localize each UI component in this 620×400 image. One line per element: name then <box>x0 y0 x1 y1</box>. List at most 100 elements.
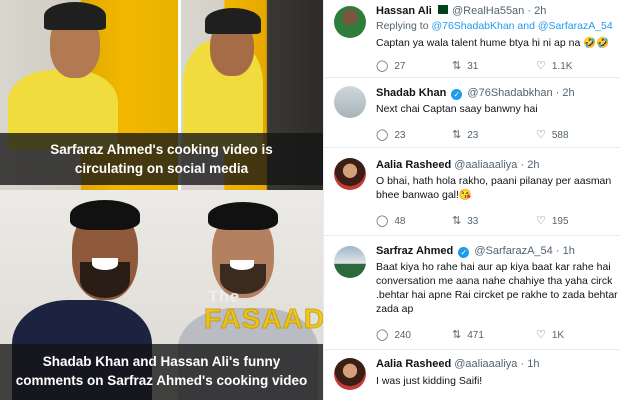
reply-button[interactable]: ◯ 240 <box>376 328 411 341</box>
player-hair <box>208 202 278 230</box>
reply-icon: ◯ <box>376 215 389 227</box>
author-name[interactable]: Aalia Rasheed <box>376 159 451 171</box>
screenshot-root: Sarfaraz Ahmed's cooking video is circul… <box>0 0 620 400</box>
author-handle[interactable]: @76Shadabkhan <box>467 87 552 99</box>
replying-to: Replying to @76ShadabKhan and @SarfarazA… <box>376 20 613 32</box>
tweet-text: Captan ya wala talent hume btya hi ni ap… <box>376 36 619 50</box>
tweet-line: conversation me aana nahe chahiye tha ya… <box>376 275 613 287</box>
like-count: 588 <box>551 130 569 141</box>
verified-badge-icon: ✓ <box>451 89 463 100</box>
like-button[interactable]: ♡ 588 <box>536 128 569 141</box>
avatar[interactable] <box>334 358 366 390</box>
tweet[interactable]: Hassan Ali @RealHa55an · 2h Replying to … <box>324 0 620 78</box>
pakistan-flag-icon <box>434 5 448 14</box>
tweet-text: I was just kidding Saifi! <box>376 374 619 388</box>
reply-mentions[interactable]: @76ShadabKhan and @SarfarazA_54 <box>431 20 612 32</box>
heart-icon: ♡ <box>536 60 546 72</box>
tweet-line: Next chai Captan saay banwny hai <box>376 103 538 115</box>
player-smile <box>230 260 254 270</box>
like-button[interactable]: ♡ 1K <box>536 328 564 341</box>
player-hair <box>70 200 140 230</box>
like-button[interactable]: ♡ 1.1K <box>536 59 572 72</box>
like-count: 1.1K <box>551 61 573 72</box>
tweet-time: · 1h <box>555 245 575 257</box>
tweet-line: I was just kidding Saifi! <box>376 375 483 387</box>
author-handle[interactable]: @SarfarazA_54 <box>474 245 552 257</box>
reply-button[interactable]: ◯ 48 <box>376 214 405 227</box>
tweet[interactable]: Aalia Rasheed @aaliaaaliya · 2h O bhai, … <box>324 148 620 236</box>
person-cap <box>205 8 261 34</box>
tweet-line: bhee banwao gal!😘 <box>376 189 472 201</box>
heart-icon: ♡ <box>536 329 546 341</box>
avatar[interactable] <box>334 158 366 190</box>
like-button[interactable]: ♡ 195 <box>536 214 569 227</box>
reply-icon: ◯ <box>376 60 389 72</box>
reply-count: 27 <box>394 61 406 72</box>
tweet-time: · 2h <box>527 5 547 17</box>
photo-collage: Sarfaraz Ahmed's cooking video is circul… <box>0 0 323 400</box>
caption-top: Sarfaraz Ahmed's cooking video is circul… <box>0 133 323 185</box>
tweet-time: · 2h <box>520 159 540 171</box>
retweet-icon: ⇅ <box>452 329 462 341</box>
reply-count: 240 <box>394 330 411 341</box>
caption-line: circulating on social media <box>74 161 249 176</box>
tweet-time: · 2h <box>555 87 575 99</box>
tweet-text: O bhai, hath hola rakho, paani pilanay p… <box>376 174 619 202</box>
tweet-text: Baat kiya ho rahe hai aur ap kiya baat k… <box>376 260 619 316</box>
tweet-line: zada ap <box>376 303 414 315</box>
retweet-count: 471 <box>467 330 484 341</box>
watermark-logo: FASAADI <box>204 303 323 335</box>
author-name[interactable]: Sarfraz Ahmed <box>376 245 453 257</box>
reply-icon: ◯ <box>376 129 389 141</box>
tweet-text: Next chai Captan saay banwny hai <box>376 102 619 116</box>
caption-line: Sarfaraz Ahmed's cooking video is <box>50 142 273 157</box>
tweet-header: Hassan Ali @RealHa55an · 2h <box>376 5 546 17</box>
avatar[interactable] <box>334 246 366 278</box>
tweet-actions: ◯ 48 ⇅ 33 ♡ 195 <box>376 214 616 228</box>
avatar[interactable] <box>334 86 366 118</box>
retweet-count: 33 <box>467 216 479 227</box>
author-name[interactable]: Shadab Khan <box>376 87 446 99</box>
author-handle[interactable]: @aaliaaaliya <box>454 358 517 370</box>
reply-button[interactable]: ◯ 23 <box>376 128 405 141</box>
caption-line: comments on Sarfraz Ahmed's cooking vide… <box>15 373 308 388</box>
heart-icon: ♡ <box>536 215 546 227</box>
player-smile <box>92 258 118 270</box>
avatar[interactable] <box>334 6 366 38</box>
heart-icon: ♡ <box>536 129 546 141</box>
tweet-header: Aalia Rasheed @aaliaaaliya · 1h <box>376 358 539 370</box>
reply-prefix: Replying to <box>376 20 432 32</box>
caption-bottom: Shadab Khan and Hassan Ali's funny comme… <box>0 344 323 400</box>
author-name[interactable]: Hassan Ali <box>376 5 432 17</box>
tweet-line: Captan ya wala talent hume btya hi ni ap… <box>376 37 610 49</box>
tweet[interactable]: Aalia Rasheed @aaliaaaliya · 1h I was ju… <box>324 350 620 400</box>
tweet[interactable]: Shadab Khan ✓ @76Shadabkhan · 2h Next ch… <box>324 78 620 148</box>
author-handle[interactable]: @aaliaaaliya <box>454 159 517 171</box>
tweet-header: Aalia Rasheed @aaliaaaliya · 2h <box>376 159 539 171</box>
reply-button[interactable]: ◯ 27 <box>376 59 405 72</box>
retweet-count: 23 <box>467 130 479 141</box>
author-handle[interactable]: @RealHa55an <box>452 5 524 17</box>
tweet-actions: ◯ 240 ⇅ 471 ♡ 1K <box>376 328 616 342</box>
retweet-icon: ⇅ <box>452 60 462 72</box>
verified-badge-icon: ✓ <box>458 247 470 258</box>
reply-count: 23 <box>394 130 406 141</box>
tweet-line: .behtar hai apne Rai circket pe rakhe to… <box>376 289 618 301</box>
like-count: 195 <box>551 216 569 227</box>
tweet-header: Sarfraz Ahmed ✓ @SarfarazA_54 · 1h <box>376 245 575 258</box>
caption-line: Shadab Khan and Hassan Ali's funny <box>42 354 281 369</box>
retweet-button[interactable]: ⇅ 31 <box>452 59 478 72</box>
retweet-button[interactable]: ⇅ 471 <box>452 328 484 341</box>
reply-count: 48 <box>394 216 406 227</box>
tweet[interactable]: Sarfraz Ahmed ✓ @SarfarazA_54 · 1h Baat … <box>324 236 620 350</box>
tweet-line: O bhai, hath hola rakho, paani pilanay p… <box>376 175 612 187</box>
like-count: 1K <box>551 330 565 341</box>
person-cap <box>44 2 106 30</box>
retweet-button[interactable]: ⇅ 23 <box>452 128 478 141</box>
retweet-count: 31 <box>467 61 479 72</box>
author-name[interactable]: Aalia Rasheed <box>376 358 451 370</box>
retweet-icon: ⇅ <box>452 129 462 141</box>
tweet-line: Baat kiya ho rahe hai aur ap kiya baat k… <box>376 261 611 273</box>
tweet-time: · 1h <box>520 358 540 370</box>
retweet-button[interactable]: ⇅ 33 <box>452 214 478 227</box>
